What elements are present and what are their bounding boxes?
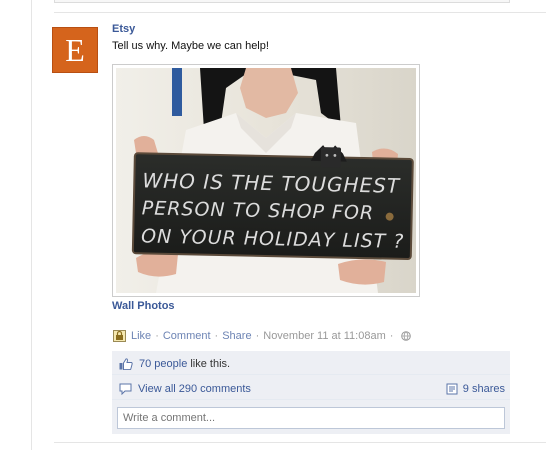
story-divider-bottom xyxy=(54,442,546,443)
share-icon xyxy=(446,383,458,395)
previous-story-edge xyxy=(54,0,510,3)
likes-text: like this. xyxy=(190,357,231,370)
thumbs-up-icon xyxy=(119,357,133,370)
comment-input[interactable] xyxy=(117,407,505,429)
feedback-box: 70 people like this. View all 290 commen… xyxy=(112,351,510,434)
globe-privacy-icon[interactable] xyxy=(401,331,412,341)
chalkboard-photo: WHO IS THE TOUGHEST PERSON TO SHOP FOR O… xyxy=(116,68,416,293)
like-link[interactable]: Like xyxy=(131,330,151,342)
separator: · xyxy=(155,330,159,342)
separator: · xyxy=(389,330,394,342)
comment-bubble-icon xyxy=(119,383,132,395)
shares-link-wrap[interactable]: 9 shares xyxy=(446,378,505,400)
story-actions: Like · Comment · Share · November 11 at … xyxy=(113,330,412,342)
post-message: Tell us why. Maybe we can help! xyxy=(112,40,269,52)
author-name-link[interactable]: Etsy xyxy=(112,23,135,35)
separator: · xyxy=(214,330,219,342)
separator: · xyxy=(255,330,260,342)
share-link[interactable]: Share xyxy=(222,330,251,342)
likes-row: 70 people like this. xyxy=(112,353,510,375)
feed-left-border xyxy=(31,0,32,450)
avatar-letter: E xyxy=(65,32,85,68)
post-photo[interactable]: WHO IS THE TOUGHEST PERSON TO SHOP FOR O… xyxy=(112,64,420,297)
view-all-comments-link[interactable]: View all 290 comments xyxy=(138,383,251,395)
comment-link[interactable]: Comment xyxy=(163,330,211,342)
story-divider xyxy=(54,12,546,13)
etsy-avatar[interactable]: E xyxy=(52,27,98,73)
shares-link[interactable]: 9 shares xyxy=(463,383,505,395)
wall-photos-link[interactable]: Wall Photos xyxy=(112,300,175,312)
timestamp-link[interactable]: November 11 at 11:08am xyxy=(263,330,386,342)
privacy-lock-icon xyxy=(113,330,126,342)
likers-link[interactable]: 70 people xyxy=(139,358,187,370)
comments-row: View all 290 comments 9 shares xyxy=(112,378,510,400)
